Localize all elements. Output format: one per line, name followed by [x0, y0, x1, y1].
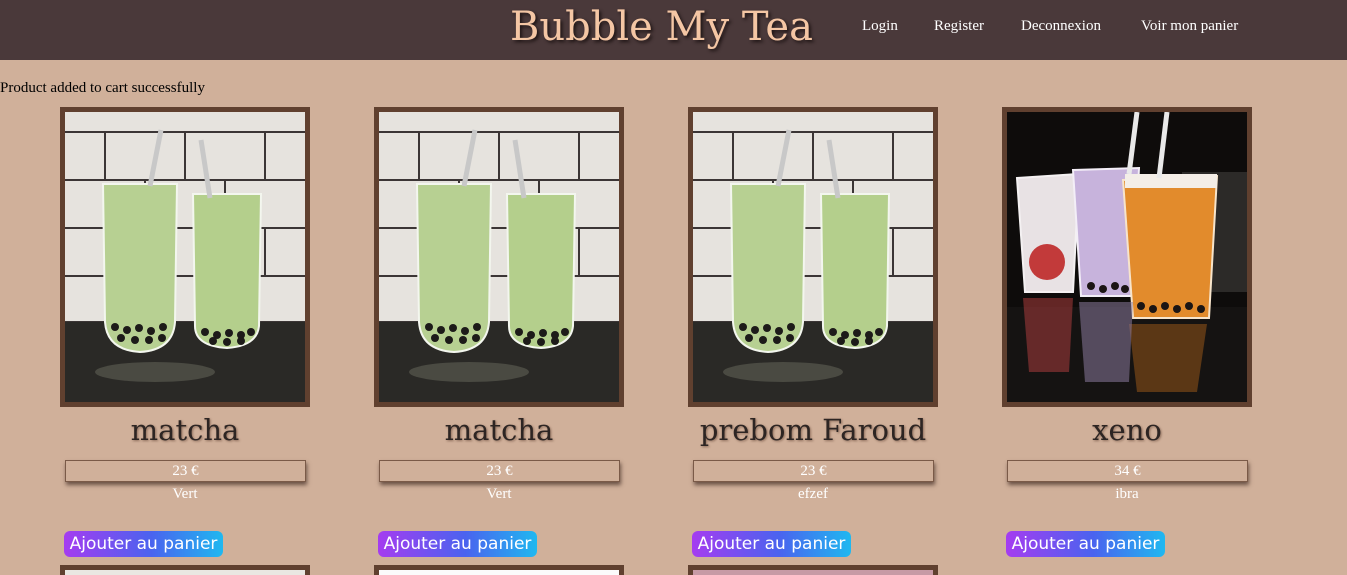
product-description: Vert: [172, 486, 198, 502]
product-card: matcha 23 € Vert Ajouter au panier: [60, 107, 310, 575]
matcha-bubble-tea-image: [693, 112, 933, 402]
product-description: ibra: [1115, 486, 1139, 502]
nav-cart-link[interactable]: Voir mon panier: [1141, 18, 1238, 38]
product-image: [1002, 107, 1252, 407]
product-description: Vert: [486, 486, 512, 502]
product-card: matcha 23 € Vert Ajouter au panier: [374, 107, 624, 575]
product-image: [688, 107, 938, 407]
product-image: [374, 107, 624, 407]
product-image-partial: [374, 565, 624, 575]
product-price: 23 €: [693, 460, 934, 482]
add-to-cart-button[interactable]: Ajouter au panier: [692, 531, 851, 557]
site-title: Bubble My Tea: [510, 4, 813, 50]
product-name: xeno: [1092, 413, 1162, 447]
nav-register-link[interactable]: Register: [934, 18, 984, 38]
nav-login-link[interactable]: Login: [862, 18, 898, 38]
site-header: Bubble My Tea Login Register Deconnexion…: [0, 0, 1347, 60]
product-description: efzef: [798, 486, 828, 502]
product-price: 23 €: [65, 460, 306, 482]
product-image-partial: [60, 565, 310, 575]
product-price: 34 €: [1007, 460, 1248, 482]
product-name: matcha: [130, 413, 240, 447]
product-image-partial: [688, 565, 938, 575]
nav-logout-link[interactable]: Deconnexion: [1021, 18, 1101, 38]
product-name: matcha: [444, 413, 554, 447]
product-card: xeno 34 € ibra Ajouter au panier: [1002, 107, 1252, 575]
product-image: [60, 107, 310, 407]
flash-message: Product added to cart successfully: [0, 80, 205, 96]
assorted-bubble-tea-image: [1007, 112, 1247, 402]
add-to-cart-button[interactable]: Ajouter au panier: [1006, 531, 1165, 557]
matcha-bubble-tea-image: [65, 112, 305, 402]
product-price: 23 €: [379, 460, 620, 482]
product-card: prebom Faroud 23 € efzef Ajouter au pani…: [688, 107, 938, 575]
add-to-cart-button[interactable]: Ajouter au panier: [64, 531, 223, 557]
matcha-bubble-tea-image: [379, 112, 619, 402]
product-name: prebom Faroud: [699, 413, 927, 447]
add-to-cart-button[interactable]: Ajouter au panier: [378, 531, 537, 557]
